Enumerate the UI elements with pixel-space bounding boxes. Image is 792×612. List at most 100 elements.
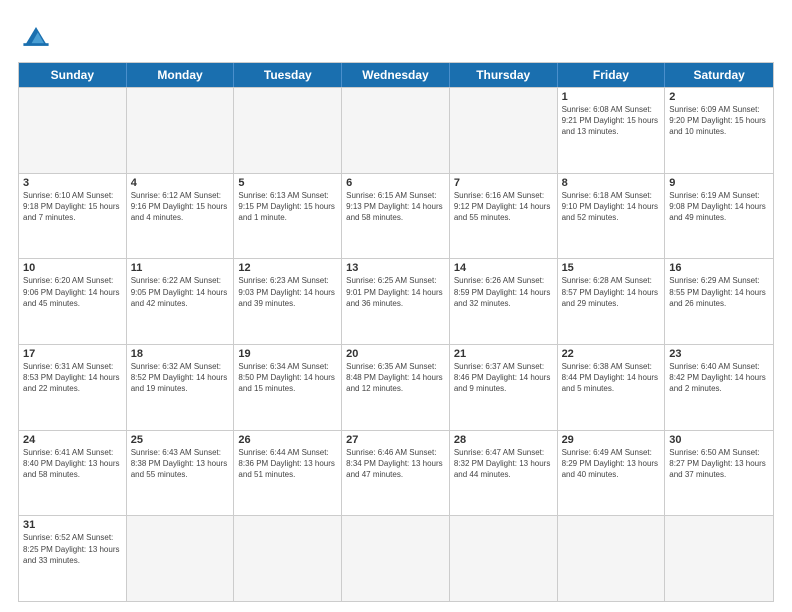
- day-info: Sunrise: 6:52 AM Sunset: 8:25 PM Dayligh…: [23, 532, 122, 566]
- logo-icon: [18, 18, 54, 54]
- day-cell-7: 7Sunrise: 6:16 AM Sunset: 9:12 PM Daylig…: [450, 174, 558, 259]
- logo: [18, 18, 58, 54]
- day-cell-26: 26Sunrise: 6:44 AM Sunset: 8:36 PM Dayli…: [234, 431, 342, 516]
- day-cell-9: 9Sunrise: 6:19 AM Sunset: 9:08 PM Daylig…: [665, 174, 773, 259]
- day-cell-4: 4Sunrise: 6:12 AM Sunset: 9:16 PM Daylig…: [127, 174, 235, 259]
- day-info: Sunrise: 6:13 AM Sunset: 9:15 PM Dayligh…: [238, 190, 337, 224]
- weekday-header-tuesday: Tuesday: [234, 63, 342, 87]
- day-info: Sunrise: 6:34 AM Sunset: 8:50 PM Dayligh…: [238, 361, 337, 395]
- day-cell-29: 29Sunrise: 6:49 AM Sunset: 8:29 PM Dayli…: [558, 431, 666, 516]
- day-info: Sunrise: 6:40 AM Sunset: 8:42 PM Dayligh…: [669, 361, 769, 395]
- day-number: 23: [669, 348, 769, 360]
- day-number: 24: [23, 434, 122, 446]
- day-number: 18: [131, 348, 230, 360]
- day-number: 25: [131, 434, 230, 446]
- empty-cell-5-1: [127, 516, 235, 601]
- day-cell-1: 1Sunrise: 6:08 AM Sunset: 9:21 PM Daylig…: [558, 88, 666, 173]
- empty-cell-5-6: [665, 516, 773, 601]
- weekday-header-thursday: Thursday: [450, 63, 558, 87]
- page: SundayMondayTuesdayWednesdayThursdayFrid…: [0, 0, 792, 612]
- day-number: 1: [562, 91, 661, 103]
- day-number: 7: [454, 177, 553, 189]
- day-cell-16: 16Sunrise: 6:29 AM Sunset: 8:55 PM Dayli…: [665, 259, 773, 344]
- day-number: 12: [238, 262, 337, 274]
- day-info: Sunrise: 6:47 AM Sunset: 8:32 PM Dayligh…: [454, 447, 553, 481]
- day-cell-8: 8Sunrise: 6:18 AM Sunset: 9:10 PM Daylig…: [558, 174, 666, 259]
- calendar-row-2: 10Sunrise: 6:20 AM Sunset: 9:06 PM Dayli…: [19, 258, 773, 344]
- day-info: Sunrise: 6:09 AM Sunset: 9:20 PM Dayligh…: [669, 104, 769, 138]
- day-info: Sunrise: 6:31 AM Sunset: 8:53 PM Dayligh…: [23, 361, 122, 395]
- day-info: Sunrise: 6:18 AM Sunset: 9:10 PM Dayligh…: [562, 190, 661, 224]
- day-info: Sunrise: 6:29 AM Sunset: 8:55 PM Dayligh…: [669, 275, 769, 309]
- weekday-header-friday: Friday: [558, 63, 666, 87]
- calendar-body: 1Sunrise: 6:08 AM Sunset: 9:21 PM Daylig…: [19, 87, 773, 601]
- day-info: Sunrise: 6:19 AM Sunset: 9:08 PM Dayligh…: [669, 190, 769, 224]
- day-info: Sunrise: 6:32 AM Sunset: 8:52 PM Dayligh…: [131, 361, 230, 395]
- day-number: 17: [23, 348, 122, 360]
- day-number: 14: [454, 262, 553, 274]
- calendar-row-4: 24Sunrise: 6:41 AM Sunset: 8:40 PM Dayli…: [19, 430, 773, 516]
- day-info: Sunrise: 6:22 AM Sunset: 9:05 PM Dayligh…: [131, 275, 230, 309]
- day-cell-23: 23Sunrise: 6:40 AM Sunset: 8:42 PM Dayli…: [665, 345, 773, 430]
- day-number: 6: [346, 177, 445, 189]
- day-cell-12: 12Sunrise: 6:23 AM Sunset: 9:03 PM Dayli…: [234, 259, 342, 344]
- calendar-header-row: SundayMondayTuesdayWednesdayThursdayFrid…: [19, 63, 773, 87]
- day-info: Sunrise: 6:41 AM Sunset: 8:40 PM Dayligh…: [23, 447, 122, 481]
- day-cell-19: 19Sunrise: 6:34 AM Sunset: 8:50 PM Dayli…: [234, 345, 342, 430]
- day-number: 8: [562, 177, 661, 189]
- weekday-header-monday: Monday: [127, 63, 235, 87]
- day-number: 3: [23, 177, 122, 189]
- day-info: Sunrise: 6:23 AM Sunset: 9:03 PM Dayligh…: [238, 275, 337, 309]
- empty-cell-0-2: [234, 88, 342, 173]
- day-cell-11: 11Sunrise: 6:22 AM Sunset: 9:05 PM Dayli…: [127, 259, 235, 344]
- day-cell-10: 10Sunrise: 6:20 AM Sunset: 9:06 PM Dayli…: [19, 259, 127, 344]
- day-number: 27: [346, 434, 445, 446]
- day-cell-31: 31Sunrise: 6:52 AM Sunset: 8:25 PM Dayli…: [19, 516, 127, 601]
- day-number: 9: [669, 177, 769, 189]
- empty-cell-5-4: [450, 516, 558, 601]
- day-cell-27: 27Sunrise: 6:46 AM Sunset: 8:34 PM Dayli…: [342, 431, 450, 516]
- calendar-row-1: 3Sunrise: 6:10 AM Sunset: 9:18 PM Daylig…: [19, 173, 773, 259]
- day-number: 5: [238, 177, 337, 189]
- day-number: 31: [23, 519, 122, 531]
- day-number: 20: [346, 348, 445, 360]
- calendar: SundayMondayTuesdayWednesdayThursdayFrid…: [18, 62, 774, 602]
- day-cell-2: 2Sunrise: 6:09 AM Sunset: 9:20 PM Daylig…: [665, 88, 773, 173]
- day-info: Sunrise: 6:25 AM Sunset: 9:01 PM Dayligh…: [346, 275, 445, 309]
- day-cell-18: 18Sunrise: 6:32 AM Sunset: 8:52 PM Dayli…: [127, 345, 235, 430]
- day-cell-14: 14Sunrise: 6:26 AM Sunset: 8:59 PM Dayli…: [450, 259, 558, 344]
- day-info: Sunrise: 6:50 AM Sunset: 8:27 PM Dayligh…: [669, 447, 769, 481]
- day-info: Sunrise: 6:49 AM Sunset: 8:29 PM Dayligh…: [562, 447, 661, 481]
- day-cell-22: 22Sunrise: 6:38 AM Sunset: 8:44 PM Dayli…: [558, 345, 666, 430]
- day-number: 28: [454, 434, 553, 446]
- day-info: Sunrise: 6:35 AM Sunset: 8:48 PM Dayligh…: [346, 361, 445, 395]
- day-number: 30: [669, 434, 769, 446]
- day-info: Sunrise: 6:46 AM Sunset: 8:34 PM Dayligh…: [346, 447, 445, 481]
- day-cell-3: 3Sunrise: 6:10 AM Sunset: 9:18 PM Daylig…: [19, 174, 127, 259]
- day-cell-17: 17Sunrise: 6:31 AM Sunset: 8:53 PM Dayli…: [19, 345, 127, 430]
- day-info: Sunrise: 6:44 AM Sunset: 8:36 PM Dayligh…: [238, 447, 337, 481]
- day-info: Sunrise: 6:28 AM Sunset: 8:57 PM Dayligh…: [562, 275, 661, 309]
- weekday-header-saturday: Saturday: [665, 63, 773, 87]
- empty-cell-5-2: [234, 516, 342, 601]
- day-number: 11: [131, 262, 230, 274]
- day-number: 26: [238, 434, 337, 446]
- day-number: 13: [346, 262, 445, 274]
- day-cell-5: 5Sunrise: 6:13 AM Sunset: 9:15 PM Daylig…: [234, 174, 342, 259]
- day-number: 19: [238, 348, 337, 360]
- day-info: Sunrise: 6:26 AM Sunset: 8:59 PM Dayligh…: [454, 275, 553, 309]
- day-number: 29: [562, 434, 661, 446]
- weekday-header-wednesday: Wednesday: [342, 63, 450, 87]
- day-number: 15: [562, 262, 661, 274]
- day-info: Sunrise: 6:12 AM Sunset: 9:16 PM Dayligh…: [131, 190, 230, 224]
- day-info: Sunrise: 6:38 AM Sunset: 8:44 PM Dayligh…: [562, 361, 661, 395]
- calendar-row-5: 31Sunrise: 6:52 AM Sunset: 8:25 PM Dayli…: [19, 515, 773, 601]
- empty-cell-0-1: [127, 88, 235, 173]
- empty-cell-0-4: [450, 88, 558, 173]
- empty-cell-0-0: [19, 88, 127, 173]
- day-number: 4: [131, 177, 230, 189]
- calendar-row-3: 17Sunrise: 6:31 AM Sunset: 8:53 PM Dayli…: [19, 344, 773, 430]
- day-cell-25: 25Sunrise: 6:43 AM Sunset: 8:38 PM Dayli…: [127, 431, 235, 516]
- day-cell-20: 20Sunrise: 6:35 AM Sunset: 8:48 PM Dayli…: [342, 345, 450, 430]
- day-cell-6: 6Sunrise: 6:15 AM Sunset: 9:13 PM Daylig…: [342, 174, 450, 259]
